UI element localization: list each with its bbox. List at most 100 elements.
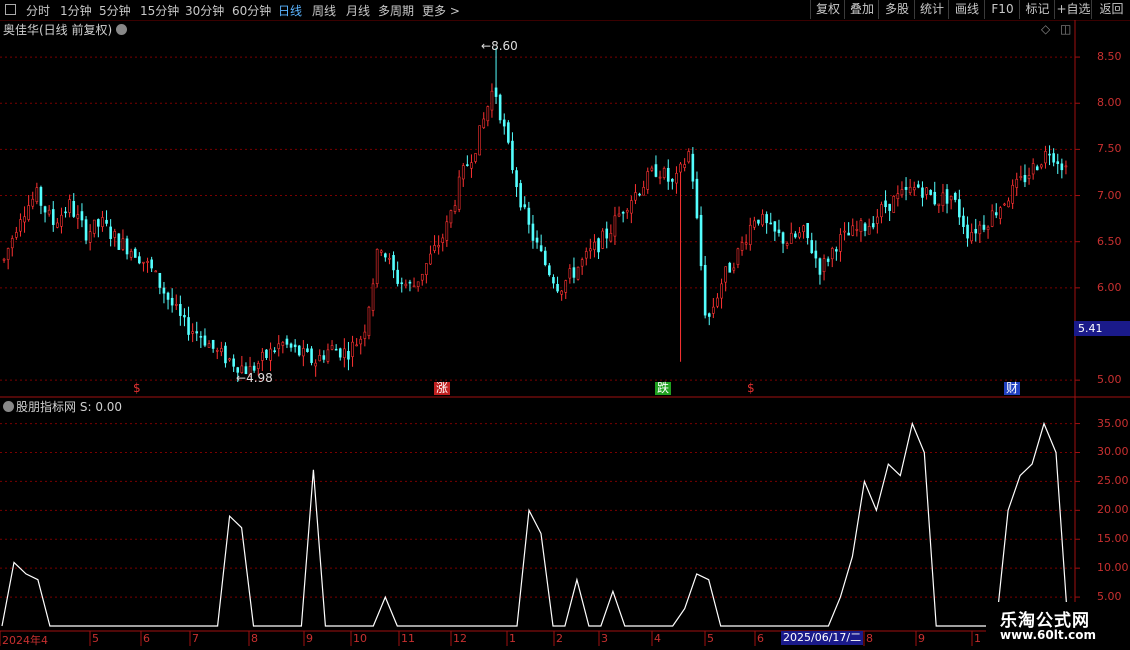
candle <box>486 105 490 127</box>
period-tab-5[interactable]: 60分钟 <box>232 2 271 19</box>
x-tick-label: 2 <box>556 632 563 645</box>
toolbar-button-5[interactable]: F10 <box>984 0 1020 19</box>
candle <box>695 171 699 220</box>
x-tick-label: 12 <box>453 632 467 645</box>
candle <box>826 256 830 267</box>
chevron-down-icon[interactable] <box>116 24 127 35</box>
candle <box>416 281 420 292</box>
watermark-logo: 乐淘公式网 www.60lt.com <box>986 602 1130 650</box>
candle <box>347 341 350 371</box>
period-tab-6[interactable]: 日线 <box>278 2 302 19</box>
candle <box>228 357 231 362</box>
candle <box>105 210 108 227</box>
signal-marker[interactable]: 财 <box>1004 382 1021 395</box>
candle <box>2 257 6 263</box>
candle <box>593 234 596 258</box>
candle <box>609 224 613 243</box>
toolbar-button-6[interactable]: 标记 <box>1019 0 1055 19</box>
period-tab-0[interactable]: 分时 <box>26 2 50 19</box>
diamond-icon[interactable]: ◇ <box>1041 22 1050 36</box>
candle <box>732 262 736 274</box>
menu-square-icon[interactable] <box>5 4 16 15</box>
candle <box>408 279 412 292</box>
candle <box>753 216 756 231</box>
signal-marker[interactable]: $ <box>745 382 757 395</box>
period-tab-3[interactable]: 15分钟 <box>140 2 179 19</box>
candle <box>707 312 711 326</box>
x-tick-label: 8 <box>251 632 258 645</box>
candle <box>613 206 617 245</box>
candle <box>125 235 129 260</box>
period-tab-1[interactable]: 1分钟 <box>60 2 92 19</box>
candle <box>658 170 662 185</box>
candle <box>183 308 186 327</box>
candle <box>146 257 149 273</box>
toolbar-button-7[interactable]: +自选 <box>1054 0 1092 19</box>
candle <box>818 257 822 285</box>
signal-marker[interactable]: 跌 <box>655 382 672 395</box>
toolbar-button-2[interactable]: 多股 <box>878 0 915 19</box>
candle <box>174 294 178 311</box>
candle <box>72 193 76 218</box>
candle <box>19 213 22 237</box>
candle <box>703 255 707 319</box>
period-tab-4[interactable]: 30分钟 <box>185 2 224 19</box>
indicator-panel-title: 股朋指标网 S: 0.00 <box>16 398 122 415</box>
window-toggle-icon[interactable]: ◫ <box>1060 22 1071 36</box>
signal-marker[interactable]: $ <box>131 382 143 395</box>
period-tab-2[interactable]: 5分钟 <box>99 2 131 19</box>
candle <box>47 205 51 217</box>
candle <box>6 247 10 270</box>
candle <box>625 208 629 219</box>
candle <box>810 232 814 255</box>
candle <box>1060 158 1064 179</box>
candle <box>835 246 838 261</box>
candles <box>2 47 1068 382</box>
candle <box>507 120 510 145</box>
period-tab-8[interactable]: 月线 <box>346 2 370 19</box>
candle <box>515 167 518 197</box>
toolbar-button-8[interactable]: 返回 <box>1091 0 1130 19</box>
candle <box>642 180 645 196</box>
candle <box>88 224 92 251</box>
candle <box>56 217 59 229</box>
candle <box>908 179 912 196</box>
period-tab-7[interactable]: 周线 <box>312 2 336 19</box>
toolbar-button-1[interactable]: 叠加 <box>844 0 879 19</box>
toolbar-button-0[interactable]: 复权 <box>810 0 845 19</box>
candle <box>630 195 633 224</box>
candle <box>1056 153 1060 174</box>
candle <box>621 210 625 223</box>
candle <box>80 203 84 228</box>
candle <box>449 209 453 228</box>
candle <box>97 218 100 238</box>
period-tab-10[interactable]: 更多 > <box>422 2 460 19</box>
candle <box>785 241 789 250</box>
candle <box>76 205 80 229</box>
candle <box>802 224 805 239</box>
candle <box>634 184 637 205</box>
candle <box>371 278 375 317</box>
x-tick-label: 11 <box>401 632 415 645</box>
candle <box>437 235 440 255</box>
candle <box>461 162 465 187</box>
candle <box>773 220 777 242</box>
indicator-y-tick-label: 20.00 <box>1097 503 1129 517</box>
period-tab-9[interactable]: 多周期 <box>378 2 414 19</box>
chevron-down-icon[interactable] <box>3 401 14 412</box>
y-tick-label: 5.00 <box>1097 373 1122 387</box>
toolbar-button-4[interactable]: 画线 <box>948 0 985 19</box>
candle <box>375 248 379 288</box>
candle <box>195 321 199 342</box>
candle <box>441 233 445 252</box>
candle <box>478 125 481 156</box>
candle <box>117 232 121 250</box>
candle <box>207 340 211 348</box>
candle <box>220 341 223 357</box>
candle <box>617 206 621 218</box>
signal-marker[interactable]: 涨 <box>434 382 451 395</box>
toolbar-button-3[interactable]: 统计 <box>914 0 949 19</box>
candle <box>281 340 285 354</box>
candle <box>289 342 293 352</box>
candle <box>162 281 166 304</box>
